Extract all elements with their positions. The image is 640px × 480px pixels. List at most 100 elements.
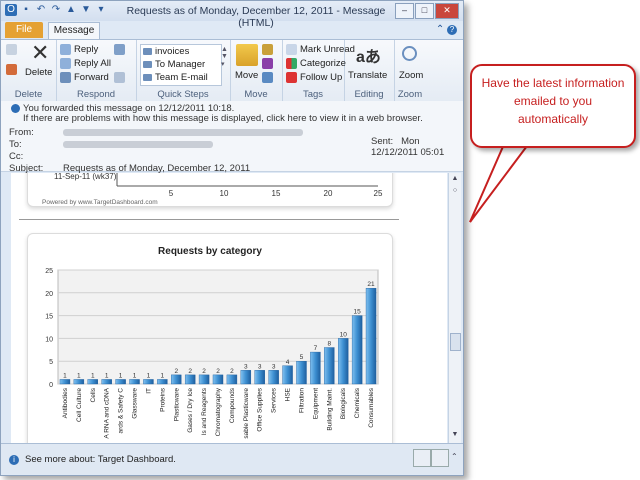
top-chart-svg: 11-Sep-11 (wk37) 5 10 15 20 25 Powered b…: [42, 173, 383, 206]
see-more-bar[interactable]: i See more about: Target Dashboard.: [9, 454, 176, 465]
info-icon: [11, 103, 20, 113]
meeting-button[interactable]: [114, 44, 125, 55]
more-icon: [114, 72, 125, 83]
next-item-icon[interactable]: ▼: [80, 4, 92, 16]
reply-icon: [60, 44, 71, 55]
ignore-icon: [6, 44, 17, 55]
scroll-thumb[interactable]: [450, 333, 461, 351]
y-tick-label: 0: [49, 382, 53, 389]
bar-value-label: 3: [272, 363, 276, 370]
top-chart-tick: 5: [169, 189, 174, 198]
minimize-button[interactable]: –: [395, 3, 414, 19]
x-category-label: ls and Reagents: [201, 387, 208, 435]
bar-value-label: 1: [147, 372, 151, 379]
message-header: You forwarded this message on 12/12/2011…: [1, 101, 463, 174]
quick-step-to-manager[interactable]: To Manager: [141, 58, 221, 71]
move-group: Move Move: [230, 40, 283, 102]
bar: [268, 370, 279, 385]
zoom-button[interactable]: Zoom: [399, 70, 423, 81]
previous-item-icon[interactable]: ▲: [65, 4, 77, 16]
rules-button[interactable]: [262, 44, 273, 55]
save-icon[interactable]: ▪: [20, 4, 32, 16]
x-category-label: Consumables: [368, 387, 375, 427]
respond-group: Reply Reply All Forward Respond: [56, 40, 137, 102]
top-chart-tick: 15: [272, 189, 281, 198]
bar-value-label: 21: [367, 281, 375, 288]
quick-step-invoices[interactable]: invoices: [141, 45, 221, 58]
translate-button[interactable]: Translate: [348, 70, 387, 81]
info-line-2[interactable]: If there are problems with how this mess…: [23, 113, 423, 124]
bar-value-label: 2: [188, 368, 192, 375]
forward-button[interactable]: Forward: [60, 72, 109, 83]
tab-message[interactable]: Message: [48, 22, 100, 40]
onenote-button[interactable]: [262, 58, 273, 69]
scroll-page-icon[interactable]: ○: [451, 187, 459, 195]
x-category-label: IT: [145, 388, 152, 394]
bar: [143, 379, 154, 385]
vertical-scrollbar[interactable]: ▲ ○ ▼: [448, 173, 461, 443]
minimize-ribbon-icon[interactable]: ⌃: [436, 24, 444, 35]
powered-by-link[interactable]: Powered by www.TargetDashboard.com: [42, 199, 158, 206]
sent-label: Sent:: [371, 136, 394, 147]
bar-value-label: 5: [300, 354, 304, 361]
callout-text: Have the latest information emailed to y…: [481, 76, 625, 126]
more-respond-button[interactable]: [114, 72, 125, 83]
actions-icon: [262, 72, 273, 83]
contact-photo-icon[interactable]: [431, 449, 449, 467]
editing-group-label: Editing: [354, 89, 384, 100]
bar-value-label: 3: [258, 363, 262, 370]
junk-button[interactable]: [6, 64, 17, 75]
respond-group-label: Respond: [76, 89, 116, 100]
x-category-label: Filtration: [298, 388, 305, 413]
zoom-magnifier-icon[interactable]: [402, 46, 417, 61]
zoom-group-label: Zoom: [397, 89, 423, 100]
info-circle-icon: i: [9, 454, 19, 465]
y-tick-label: 20: [45, 291, 53, 298]
expand-people-pane-icon[interactable]: ⌃: [451, 452, 458, 461]
translate-icon[interactable]: aあ: [356, 43, 381, 67]
y-tick-label: 10: [45, 336, 53, 343]
quick-steps-scroll-icon[interactable]: ▲ ▼ ▾: [221, 46, 228, 68]
quick-step-team-email[interactable]: Team E-mail: [141, 71, 221, 84]
delete-group-label: Delete: [14, 89, 43, 100]
delete-icon[interactable]: ✕: [31, 42, 49, 64]
requests-by-category-chart: Requests by category 05101520251Antibodi…: [45, 246, 379, 439]
help-icon[interactable]: ?: [447, 25, 457, 35]
delete-button[interactable]: Delete: [25, 67, 52, 78]
customize-qat-icon[interactable]: ▾: [95, 4, 107, 16]
contact-photo-icon[interactable]: [413, 449, 431, 467]
ribbon: ✕ Delete Delete Reply Reply All Forward …: [1, 39, 463, 103]
redo-icon[interactable]: ↷: [50, 4, 62, 16]
move-button[interactable]: Move: [235, 70, 258, 81]
categorize-button[interactable]: Categorize: [286, 58, 346, 69]
delete-group: ✕ Delete Delete: [1, 40, 57, 102]
x-category-label: Chemicals: [354, 387, 361, 418]
bar-value-label: 1: [63, 372, 67, 379]
tab-file[interactable]: File: [5, 22, 43, 38]
maximize-button[interactable]: □: [415, 3, 434, 19]
scroll-down-icon[interactable]: ▼: [451, 431, 459, 439]
bar-value-label: 7: [314, 345, 318, 352]
quick-steps-group-label: Quick Steps: [157, 89, 209, 100]
bar: [129, 379, 140, 385]
reply-all-label: Reply All: [74, 58, 111, 69]
bar: [171, 374, 182, 385]
actions-button[interactable]: [262, 72, 273, 83]
callout-tail: [469, 141, 532, 223]
reply-all-button[interactable]: Reply All: [60, 58, 111, 69]
follow-up-button[interactable]: Follow Up: [286, 72, 342, 83]
bar-value-label: 15: [354, 309, 362, 316]
x-category-label: Glassware: [132, 388, 139, 419]
ignore-button[interactable]: [6, 44, 17, 55]
bar-value-label: 10: [340, 331, 348, 338]
top-chart-card: 11-Sep-11 (wk37) 5 10 15 20 25 Powered b…: [27, 173, 393, 207]
close-button[interactable]: ✕: [435, 3, 459, 19]
x-category-label: Gases / Dry Ice: [187, 388, 194, 433]
move-icon[interactable]: [236, 44, 258, 66]
bar: [296, 360, 307, 385]
undo-icon[interactable]: ↶: [35, 4, 47, 16]
scroll-up-icon[interactable]: ▲: [451, 175, 459, 183]
bar: [212, 374, 224, 385]
reply-button[interactable]: Reply: [60, 44, 98, 55]
bar: [226, 374, 238, 385]
